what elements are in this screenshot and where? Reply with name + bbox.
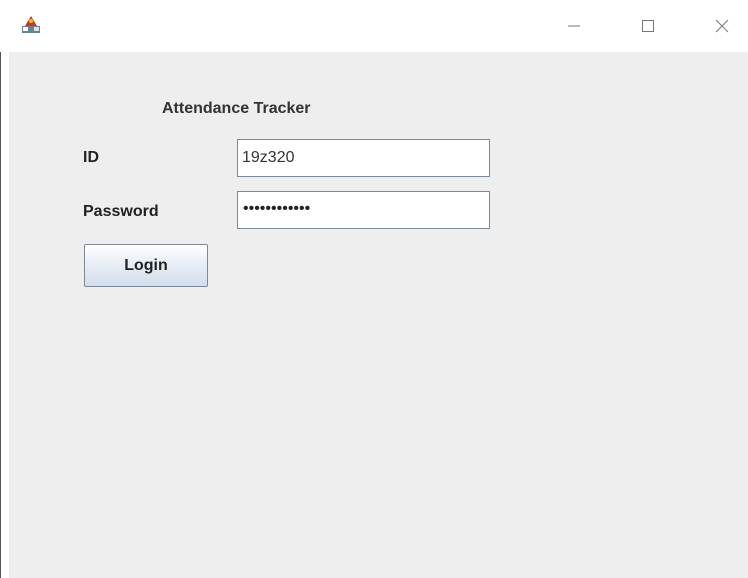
login-button[interactable]: Login xyxy=(84,244,208,287)
minimize-button[interactable] xyxy=(552,6,596,46)
title-bar[interactable] xyxy=(0,0,748,52)
close-button[interactable] xyxy=(700,6,744,46)
minimize-icon xyxy=(568,25,580,27)
page-title: Attendance Tracker xyxy=(162,100,311,117)
window-border xyxy=(0,52,1,578)
java-app-icon xyxy=(21,14,41,34)
login-panel: Attendance Tracker ID Password •••••••••… xyxy=(9,52,748,578)
id-field[interactable] xyxy=(237,139,490,177)
password-label: Password xyxy=(83,203,159,220)
id-label: ID xyxy=(83,149,99,166)
password-field[interactable]: •••••••••••• xyxy=(237,191,490,229)
close-icon xyxy=(715,19,729,33)
maximize-button[interactable] xyxy=(626,6,670,46)
password-mask: •••••••••••• xyxy=(243,200,311,217)
maximize-icon xyxy=(642,20,654,32)
app-window: Attendance Tracker ID Password •••••••••… xyxy=(0,0,748,578)
